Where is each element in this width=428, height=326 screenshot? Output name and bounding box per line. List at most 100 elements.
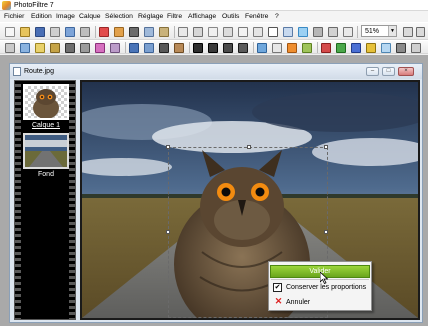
layer-options-icon[interactable] bbox=[396, 43, 406, 53]
contrast-plus-icon[interactable] bbox=[65, 43, 75, 53]
print-icon[interactable] bbox=[80, 27, 90, 37]
resize-handle-right[interactable] bbox=[324, 230, 328, 234]
menu-calque[interactable]: Calque bbox=[79, 12, 101, 21]
automation-icon[interactable] bbox=[298, 27, 308, 37]
layer-thumbnail-fond[interactable] bbox=[23, 133, 69, 169]
mouse-pointer-icon bbox=[320, 272, 328, 284]
menu-selection[interactable]: Sélection bbox=[105, 12, 133, 21]
fullscreen-icon[interactable] bbox=[328, 27, 338, 37]
road-thumbnail-icon bbox=[25, 135, 67, 167]
menu-outils[interactable]: Outils bbox=[222, 12, 239, 21]
saturation-plus-icon[interactable] bbox=[95, 43, 105, 53]
grayscale-icon[interactable] bbox=[159, 43, 169, 53]
resize-handle-left[interactable] bbox=[166, 230, 170, 234]
gamma-plus-icon[interactable] bbox=[129, 43, 139, 53]
close-icon: × bbox=[404, 68, 408, 74]
app-title: PhotoFiltre 7 bbox=[14, 2, 54, 9]
sharpen-icon[interactable] bbox=[208, 43, 218, 53]
film-strip-left bbox=[15, 81, 21, 319]
document-title-bar[interactable]: Route.jpg – □ × bbox=[10, 64, 422, 79]
toolbar-separator bbox=[174, 26, 175, 38]
zoom-in-icon[interactable] bbox=[403, 27, 413, 37]
selection-tool-icon[interactable] bbox=[313, 27, 323, 37]
chevron-down-icon[interactable]: ▼ bbox=[388, 26, 396, 36]
paste-icon[interactable] bbox=[159, 27, 169, 37]
toolbar-separator bbox=[125, 42, 126, 53]
menu-fenetre[interactable]: Fenêtre bbox=[245, 12, 268, 21]
toolbar-separator bbox=[189, 42, 190, 53]
layer-label-fond[interactable]: Fond bbox=[23, 170, 69, 179]
text-tool-icon[interactable] bbox=[268, 27, 278, 37]
minimize-icon: – bbox=[370, 68, 375, 74]
preview-icon[interactable] bbox=[343, 27, 353, 37]
canvas-size-icon[interactable] bbox=[193, 27, 203, 37]
zoom-out-icon[interactable] bbox=[416, 27, 425, 37]
brightness-plus-icon[interactable] bbox=[35, 43, 45, 53]
checkbox-checked-icon[interactable]: ✔ bbox=[273, 283, 282, 292]
gradient-icon[interactable] bbox=[257, 43, 267, 53]
texture-icon[interactable] bbox=[287, 43, 297, 53]
owl-thumbnail-icon bbox=[33, 89, 59, 118]
color-green-icon[interactable] bbox=[336, 43, 346, 53]
mirror-icon[interactable] bbox=[238, 27, 248, 37]
open-folder-icon[interactable] bbox=[20, 27, 30, 37]
copy-icon[interactable] bbox=[144, 27, 154, 37]
redo-icon[interactable] bbox=[114, 27, 124, 37]
keep-proportions-label: Conserver les proportions bbox=[286, 284, 367, 291]
save-as-icon[interactable] bbox=[50, 27, 60, 37]
app-title-bar: PhotoFiltre 7 bbox=[0, 0, 428, 11]
saturation-minus-icon[interactable] bbox=[110, 43, 120, 53]
rotate-icon[interactable] bbox=[223, 27, 233, 37]
more-tools-icon[interactable] bbox=[411, 43, 421, 53]
sepia-icon[interactable] bbox=[174, 43, 184, 53]
effect-icon[interactable] bbox=[302, 43, 312, 53]
resize-handle-top-left[interactable] bbox=[166, 145, 170, 149]
layer-label-calque-1[interactable]: Calque 1 bbox=[23, 121, 69, 130]
maximize-icon: □ bbox=[386, 68, 391, 74]
film-strip-right bbox=[69, 81, 75, 319]
auto-contrast-icon[interactable] bbox=[20, 43, 30, 53]
import-icon[interactable] bbox=[65, 27, 75, 37]
color-red-icon[interactable] bbox=[321, 43, 331, 53]
cut-icon[interactable] bbox=[129, 27, 139, 37]
contrast-minus-icon[interactable] bbox=[80, 43, 90, 53]
menu-help[interactable]: ? bbox=[275, 12, 279, 21]
menu-edition[interactable]: Edition bbox=[31, 12, 52, 21]
auto-level-icon[interactable] bbox=[5, 43, 15, 53]
document-title: Route.jpg bbox=[24, 68, 54, 75]
soften-icon[interactable] bbox=[223, 43, 233, 53]
menu-fichier[interactable]: Fichier bbox=[4, 12, 24, 21]
zoom-select[interactable]: 51% ▼ bbox=[361, 25, 397, 37]
layers-panel: Calque 1 Fond bbox=[14, 80, 76, 320]
menu-reglage[interactable]: Réglage bbox=[138, 12, 163, 21]
color-blue-icon[interactable] bbox=[351, 43, 361, 53]
gamma-minus-icon[interactable] bbox=[144, 43, 154, 53]
cancel-menu-item[interactable]: ✕ Annuler bbox=[270, 296, 370, 309]
maximize-button[interactable]: □ bbox=[382, 67, 395, 76]
blur-icon[interactable] bbox=[193, 43, 203, 53]
resize-handle-top-right[interactable] bbox=[324, 145, 328, 149]
crop-icon[interactable] bbox=[208, 27, 218, 37]
menu-image[interactable]: Image bbox=[56, 12, 75, 21]
layer-icon[interactable] bbox=[283, 27, 293, 37]
undo-icon[interactable] bbox=[99, 27, 109, 37]
filter-toolbar bbox=[0, 40, 428, 54]
save-icon[interactable] bbox=[35, 27, 45, 37]
image-size-icon[interactable] bbox=[178, 27, 188, 37]
emboss-icon[interactable] bbox=[238, 43, 248, 53]
layer-thumbnail-calque-1[interactable] bbox=[23, 84, 69, 120]
menu-affichage[interactable]: Affichage bbox=[188, 12, 216, 21]
minimize-button[interactable]: – bbox=[366, 67, 379, 76]
drop-icon[interactable] bbox=[381, 43, 391, 53]
flip-icon[interactable] bbox=[253, 27, 263, 37]
toolbar-separator bbox=[317, 42, 318, 53]
new-file-icon[interactable] bbox=[5, 27, 15, 37]
color-yellow-icon[interactable] bbox=[366, 43, 376, 53]
resize-handle-top[interactable] bbox=[247, 145, 251, 149]
frame-icon[interactable] bbox=[272, 43, 282, 53]
close-button[interactable]: × bbox=[398, 67, 414, 76]
menu-filtre[interactable]: Filtre bbox=[167, 12, 182, 21]
brightness-minus-icon[interactable] bbox=[50, 43, 60, 53]
photofiltre-app-icon bbox=[2, 1, 11, 10]
toolbar-separator bbox=[357, 26, 358, 38]
